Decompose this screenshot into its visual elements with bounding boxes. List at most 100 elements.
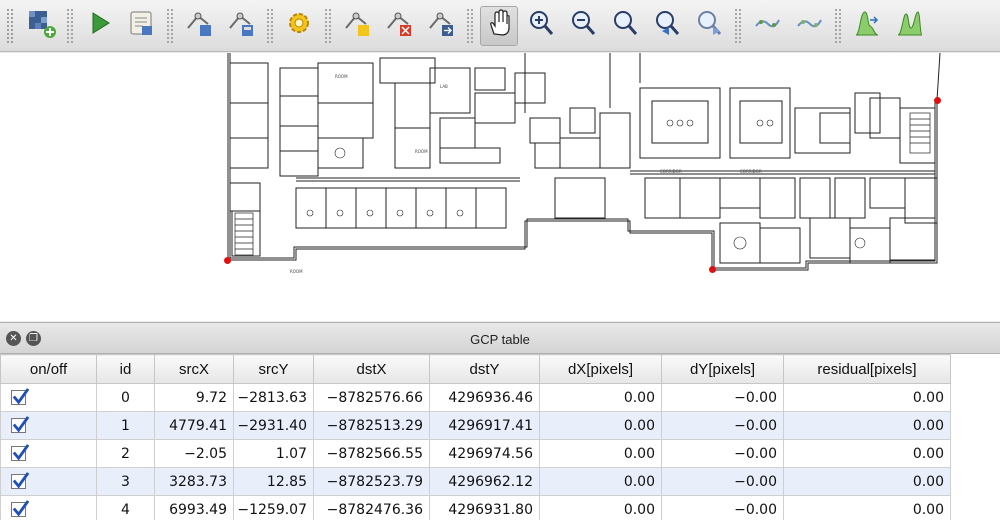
cell-dstX[interactable]: −8782476.36 bbox=[313, 495, 430, 520]
cell-srcX[interactable]: 6993.49 bbox=[154, 495, 234, 520]
cell-srcX[interactable]: 9.72 bbox=[154, 383, 234, 412]
cell-srcY[interactable]: −1259.07 bbox=[233, 495, 314, 520]
cell-dY[interactable]: −0.00 bbox=[661, 467, 784, 496]
cell-dY[interactable]: −0.00 bbox=[661, 439, 784, 468]
on-off-cell bbox=[0, 411, 97, 440]
table-row[interactable]: 4 6993.49 −1259.07 −8782476.36 4296931.80 0.0… bbox=[0, 495, 951, 520]
zoom-next-button[interactable] bbox=[690, 6, 728, 46]
toolbar-grip[interactable] bbox=[6, 7, 14, 44]
cell-id[interactable]: 3 bbox=[96, 467, 155, 496]
toolbar-separator bbox=[734, 7, 742, 44]
cell-dX[interactable]: 0.00 bbox=[539, 439, 662, 468]
pan-button[interactable] bbox=[480, 5, 518, 46]
map-canvas[interactable]: ROOM LAB CORRIDOR CORRIDOR ROOM ROOM bbox=[0, 53, 1000, 321]
open-raster-button[interactable] bbox=[22, 6, 60, 46]
cell-dX[interactable]: 0.00 bbox=[539, 467, 662, 496]
cell-dY[interactable]: −0.00 bbox=[661, 411, 784, 440]
cell-dstX[interactable]: −8782513.29 bbox=[313, 411, 430, 440]
cell-dX[interactable]: 0.00 bbox=[539, 495, 662, 520]
zoom-next-icon bbox=[694, 8, 724, 43]
cell-dY[interactable]: −0.00 bbox=[661, 383, 784, 412]
column-header[interactable]: dX[pixels] bbox=[539, 354, 662, 384]
enable-gcp-checkbox[interactable] bbox=[11, 388, 30, 405]
cell-dX[interactable]: 0.00 bbox=[539, 411, 662, 440]
column-header[interactable]: dstX bbox=[313, 354, 430, 384]
toolbar-separator bbox=[266, 7, 274, 44]
add-point-button[interactable] bbox=[338, 6, 376, 46]
cell-srcY[interactable]: 1.07 bbox=[233, 439, 314, 468]
cell-id[interactable]: 2 bbox=[96, 439, 155, 468]
enable-gcp-checkbox[interactable] bbox=[11, 444, 30, 461]
zoom-to-layer-button[interactable] bbox=[606, 6, 644, 46]
link-qgis-to-georeferencer-button[interactable] bbox=[790, 6, 828, 46]
cell-id[interactable]: 0 bbox=[96, 383, 155, 412]
table-row[interactable]: 0 9.72 −2813.63 −8782576.66 4296936.46 0.00 −0… bbox=[0, 383, 951, 412]
gcp-point-marker[interactable] bbox=[224, 257, 231, 264]
column-header[interactable]: id bbox=[96, 354, 155, 384]
gcp-point-marker[interactable] bbox=[709, 266, 716, 273]
check-icon bbox=[12, 444, 30, 461]
cell-residual[interactable]: 0.00 bbox=[783, 411, 951, 440]
delete-point-button[interactable] bbox=[380, 6, 418, 46]
georeferencer-toolbar bbox=[0, 0, 1000, 52]
column-header[interactable]: dstY bbox=[429, 354, 540, 384]
cell-dstX[interactable]: −8782566.55 bbox=[313, 439, 430, 468]
zoom-last-button[interactable] bbox=[648, 6, 686, 46]
save-gcp-points-button[interactable] bbox=[222, 6, 260, 46]
cell-dstY[interactable]: 4296962.12 bbox=[429, 467, 540, 496]
enable-gcp-checkbox[interactable] bbox=[11, 472, 30, 489]
column-header[interactable]: srcX bbox=[154, 354, 234, 384]
cell-srcX[interactable]: 4779.41 bbox=[154, 411, 234, 440]
svg-text:ROOM: ROOM bbox=[415, 149, 428, 154]
cell-dstX[interactable]: −8782523.79 bbox=[313, 467, 430, 496]
cell-srcY[interactable]: 12.85 bbox=[233, 467, 314, 496]
transformation-settings-button[interactable] bbox=[280, 6, 318, 46]
generate-gdal-script-button[interactable] bbox=[122, 6, 160, 46]
column-header[interactable]: residual[pixels] bbox=[783, 354, 951, 384]
load-gcp-points-button[interactable] bbox=[180, 6, 218, 46]
cell-dstX[interactable]: −8782576.66 bbox=[313, 383, 430, 412]
table-row[interactable]: 2 −2.05 1.07 −8782566.55 4296974.56 0.00 −0.00… bbox=[0, 439, 951, 468]
zoom-out-button[interactable] bbox=[564, 6, 602, 46]
cell-dY[interactable]: −0.00 bbox=[661, 495, 784, 520]
histogram-local-icon bbox=[894, 8, 924, 43]
table-row[interactable]: 3 3283.73 12.85 −8782523.79 4296962.12 0.00 −0… bbox=[0, 467, 951, 496]
cell-srcY[interactable]: −2931.40 bbox=[233, 411, 314, 440]
gcp-point-marker[interactable] bbox=[934, 97, 941, 104]
start-georeferencing-button[interactable] bbox=[80, 6, 118, 46]
cell-srcX[interactable]: −2.05 bbox=[154, 439, 234, 468]
cell-srcX[interactable]: 3283.73 bbox=[154, 467, 234, 496]
on-off-cell bbox=[0, 383, 97, 412]
cell-srcY[interactable]: −2813.63 bbox=[233, 383, 314, 412]
cell-residual[interactable]: 0.00 bbox=[783, 383, 951, 412]
enable-gcp-checkbox[interactable] bbox=[11, 500, 30, 517]
cell-dX[interactable]: 0.00 bbox=[539, 383, 662, 412]
full-histogram-stretch-button[interactable] bbox=[848, 6, 886, 46]
gcp-table-titlebar: ✕ ❐ GCP table bbox=[0, 322, 1000, 354]
move-point-icon bbox=[426, 8, 456, 43]
column-header[interactable]: srcY bbox=[233, 354, 314, 384]
cell-dstY[interactable]: 4296931.80 bbox=[429, 495, 540, 520]
local-histogram-stretch-button[interactable] bbox=[890, 6, 928, 46]
column-header[interactable]: on/off bbox=[0, 354, 97, 384]
open-raster-icon bbox=[26, 8, 56, 43]
link-georeferencer-to-qgis-button[interactable] bbox=[748, 6, 786, 46]
zoom-in-button[interactable] bbox=[522, 6, 560, 46]
cell-dstY[interactable]: 4296917.41 bbox=[429, 411, 540, 440]
cell-id[interactable]: 4 bbox=[96, 495, 155, 520]
svg-text:LAB: LAB bbox=[440, 84, 448, 89]
enable-gcp-checkbox[interactable] bbox=[11, 416, 30, 433]
cell-residual[interactable]: 0.00 bbox=[783, 467, 951, 496]
svg-text:CORRIDOR: CORRIDOR bbox=[660, 169, 682, 174]
cell-residual[interactable]: 0.00 bbox=[783, 495, 951, 520]
move-gcp-point-button[interactable] bbox=[422, 6, 460, 46]
cell-dstY[interactable]: 4296974.56 bbox=[429, 439, 540, 468]
check-icon bbox=[12, 500, 30, 517]
table-row[interactable]: 1 4779.41 −2931.40 −8782513.29 4296917.41 0.0… bbox=[0, 411, 951, 440]
on-off-cell bbox=[0, 439, 97, 468]
cell-dstY[interactable]: 4296936.46 bbox=[429, 383, 540, 412]
cell-id[interactable]: 1 bbox=[96, 411, 155, 440]
column-header[interactable]: dY[pixels] bbox=[661, 354, 784, 384]
cell-residual[interactable]: 0.00 bbox=[783, 439, 951, 468]
toolbar-separator bbox=[324, 7, 332, 44]
